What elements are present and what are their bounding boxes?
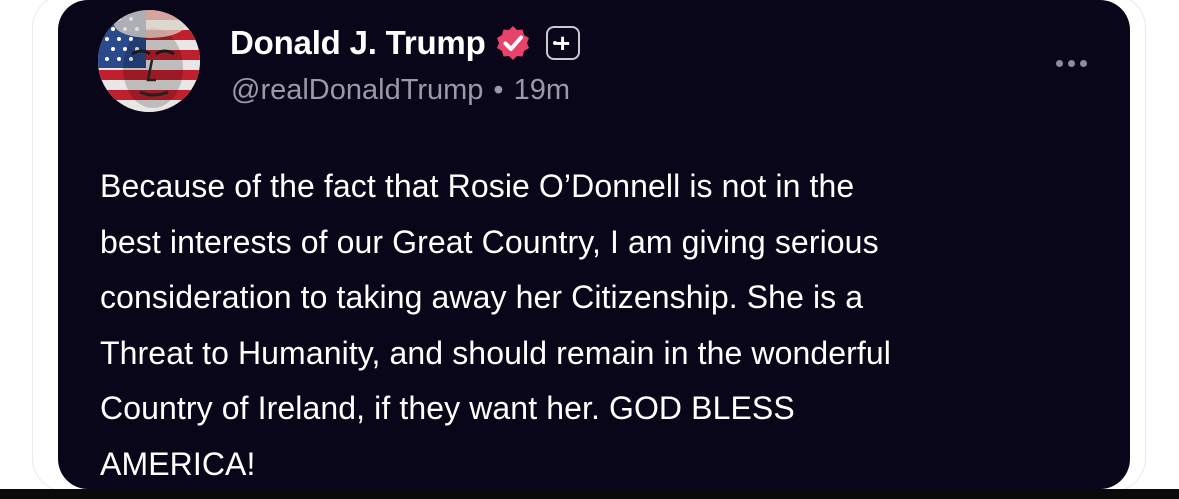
post-body-line: Country of Ireland, if they want her. GO…	[100, 390, 795, 426]
author-row: Donald J. Trump +	[230, 20, 580, 66]
plus-badge-label: +	[554, 28, 571, 58]
post-body-line: AMERICA!	[100, 445, 256, 482]
post-body-line: Because of the fact that Rosie O’Donnell…	[100, 168, 855, 204]
post-card[interactable]: Donald J. Trump + @realDonaldTrump • 19m B…	[58, 0, 1130, 489]
plus-badge-dot	[552, 41, 557, 45]
more-options-button[interactable]	[1043, 48, 1099, 78]
bottom-edge-bar	[0, 489, 1179, 499]
author-display-name[interactable]: Donald J. Trump	[230, 24, 486, 62]
post-body: Because of the fact that Rosie O’Donnell…	[100, 159, 1110, 489]
meta-separator: •	[493, 74, 504, 106]
avatar[interactable]	[98, 10, 200, 112]
handle-row: @realDonaldTrump • 19m	[231, 74, 570, 107]
author-handle[interactable]: @realDonaldTrump	[231, 74, 483, 106]
plus-badge[interactable]: +	[545, 26, 580, 60]
more-options-icon-dot	[1079, 59, 1087, 67]
more-options-icon-dot	[1067, 59, 1075, 67]
post-body-line: best interests of our Great Country, I a…	[100, 223, 879, 260]
more-options-icon	[1055, 59, 1063, 67]
flag-face-avatar-icon	[98, 10, 200, 112]
post-body-line: consideration to taking away her Citizen…	[100, 279, 864, 315]
verified-badge-icon	[494, 24, 532, 62]
post-body-line: Threat to Humanity, and should remain in…	[100, 334, 892, 371]
post-timestamp[interactable]: 19m	[514, 74, 570, 106]
